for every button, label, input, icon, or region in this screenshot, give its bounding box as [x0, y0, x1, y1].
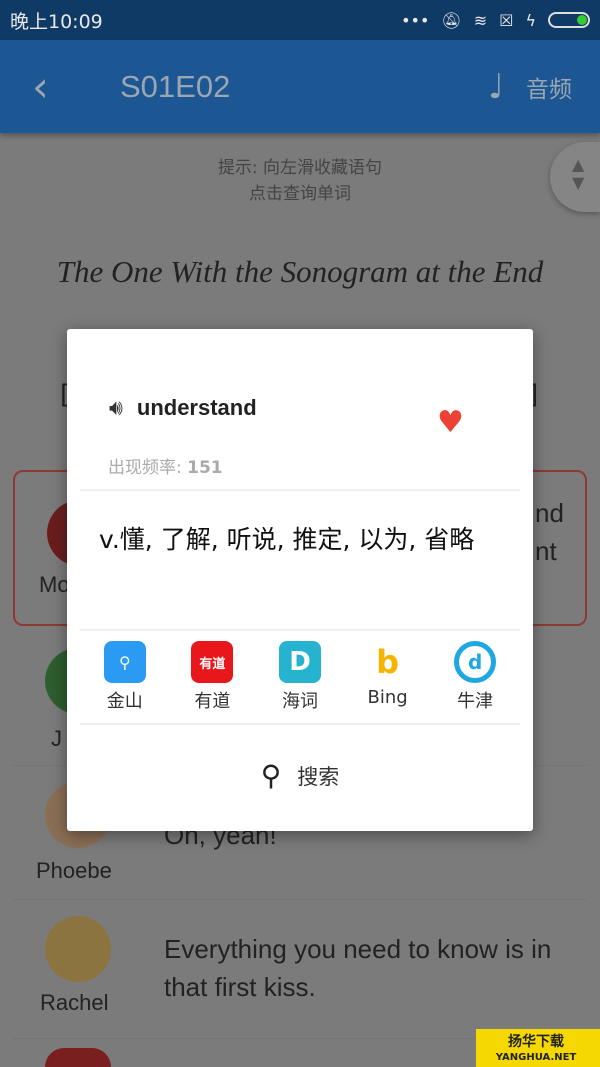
speaker-name: Mo — [39, 572, 70, 597]
audio-button[interactable]: ♩ 音频 — [488, 67, 572, 107]
divider — [80, 629, 520, 631]
mute-icon: 🔕︎ — [441, 10, 462, 30]
definition: v.懂, 了解, 听说, 推定, 以为, 省略 — [99, 525, 475, 554]
dialogue-row[interactable]: Rachel Everything you need to know is in… — [13, 904, 587, 1039]
word: understand — [136, 395, 257, 420]
haici-icon: D — [278, 641, 321, 683]
bing-icon: b — [376, 643, 400, 681]
speaker-name: J — [51, 726, 62, 751]
oxford-icon: d — [454, 641, 497, 683]
avatar — [45, 1048, 111, 1067]
wifi-icon: ≋ — [473, 10, 488, 30]
dict-label: 牛津 — [457, 691, 494, 712]
audio-label: 音频 — [526, 76, 572, 103]
status-time: 晚上10:09 — [10, 10, 103, 33]
heart-icon[interactable]: ♥ — [437, 405, 464, 440]
search-icon: ⚲ — [260, 759, 282, 792]
watermark-line-1: 扬华下载 — [508, 1034, 564, 1050]
episode-title: The One With the Sonogram at the End — [56, 254, 544, 289]
dictionary-list: ⚲ 金山 有道 有道 D 海词 b Bing d 牛津 — [67, 641, 533, 713]
dict-label: 有道 — [194, 691, 231, 712]
battery-icon — [548, 12, 590, 28]
frequency-value: 151 — [187, 458, 223, 478]
dict-label: 金山 — [106, 691, 143, 712]
hint-line-2: 点击查询单词 — [249, 184, 351, 204]
no-sim-icon: ☒ — [499, 10, 514, 30]
line-text: Everything you need to know is in that f… — [164, 934, 552, 1002]
status-bar: 晚上10:09 ••• 🔕︎ ≋ ☒ ϟ — [0, 0, 600, 40]
dict-label: Bing — [367, 687, 408, 708]
watermark-logo: 扬华下载 YANGHUA.NET — [476, 1029, 600, 1067]
dict-haici[interactable]: D 海词 — [265, 641, 335, 713]
up-down-arrows-icon: ▲ ▼ — [572, 155, 585, 192]
app-bar: ‹ S01E02 ♩ 音频 — [0, 40, 600, 133]
avatar — [45, 916, 111, 982]
more-dots-icon: ••• — [401, 10, 430, 30]
divider — [80, 723, 520, 725]
speaker-name: Rachel — [40, 990, 109, 1015]
watermark-line-2: YANGHUA.NET — [495, 1052, 577, 1063]
charging-icon: ϟ — [525, 10, 536, 30]
frequency: 出现频率: 151 — [108, 453, 223, 478]
speaker-name: Phoebe — [36, 858, 112, 883]
youdao-icon: 有道 — [191, 641, 234, 683]
hint-line-1: 提示: 向左滑收藏语句 — [217, 158, 383, 178]
divider — [80, 489, 520, 491]
line-fragment: nd — [535, 498, 564, 528]
dict-oxford[interactable]: d 牛津 — [440, 641, 510, 713]
music-note-icon: ♩ — [487, 66, 504, 107]
page-title: S01E02 — [120, 68, 231, 104]
search-button[interactable]: ⚲ 搜索 — [67, 759, 533, 792]
dict-bing[interactable]: b Bing — [353, 641, 423, 713]
chevron-left-icon[interactable]: ‹ — [32, 62, 49, 111]
search-label: 搜索 — [297, 764, 340, 789]
dict-jinshan[interactable]: ⚲ 金山 — [90, 641, 160, 713]
line-fragment: nt — [535, 536, 557, 566]
hint-text: 提示: 向左滑收藏语句 点击查询单词 — [0, 155, 600, 207]
dict-youdao[interactable]: 有道 有道 — [177, 641, 247, 713]
jinshan-icon: ⚲ — [103, 641, 146, 683]
dict-label: 海词 — [281, 691, 318, 712]
frequency-label: 出现频率: — [108, 458, 182, 478]
word-lookup-dialog: 🔊︎ understand ♥ 出现频率: 151 v.懂, 了解, 听说, 推… — [67, 329, 533, 831]
speaker-icon[interactable]: 🔊︎ — [109, 396, 123, 421]
